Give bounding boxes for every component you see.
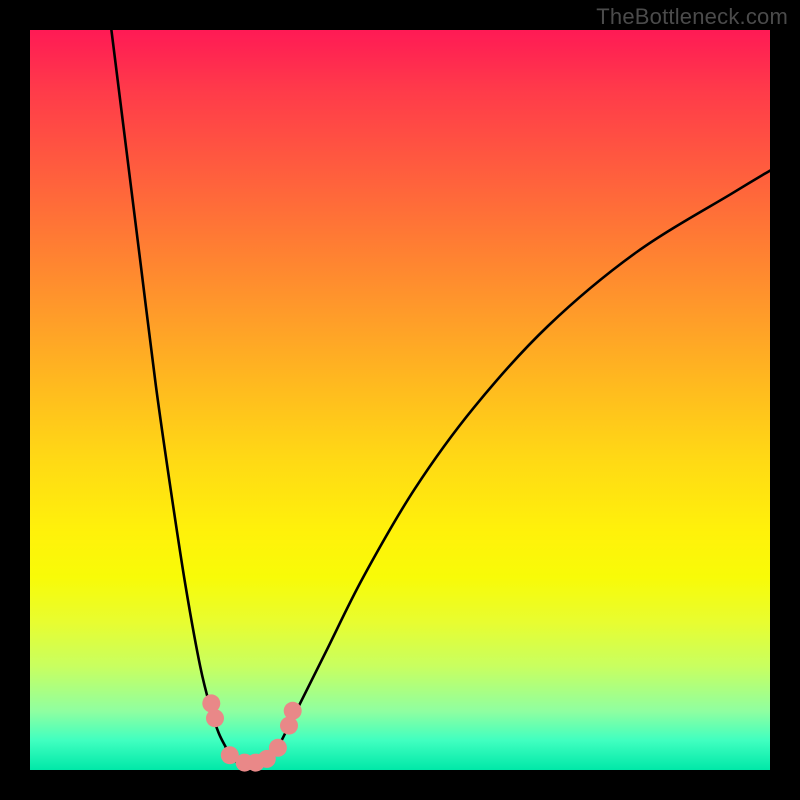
- marker-group: [202, 694, 301, 771]
- curve-group: [111, 30, 770, 766]
- marker-dot: [284, 702, 302, 720]
- bottleneck-curve: [111, 30, 770, 766]
- watermark-text: TheBottleneck.com: [596, 4, 788, 30]
- chart-frame: TheBottleneck.com: [0, 0, 800, 800]
- chart-svg: [30, 30, 770, 770]
- plot-area: [30, 30, 770, 770]
- marker-dot: [206, 709, 224, 727]
- marker-dot: [269, 739, 287, 757]
